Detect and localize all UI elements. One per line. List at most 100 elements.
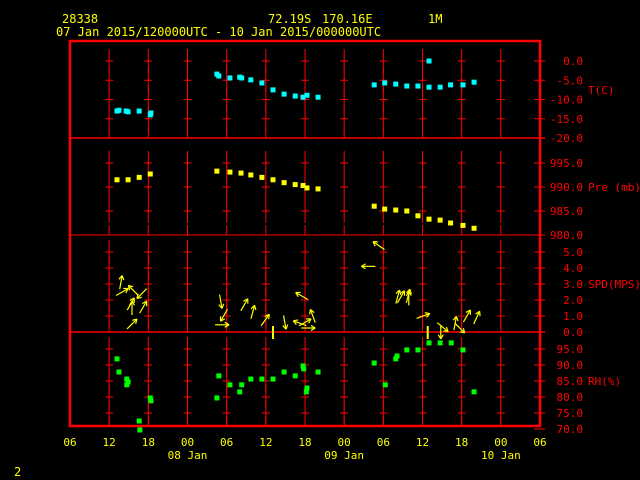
wind-arrow-stroke xyxy=(293,319,299,322)
x-tick-label: 12 xyxy=(103,436,116,449)
temp-point xyxy=(460,82,466,88)
axis-tick-label: 95.0 xyxy=(557,343,584,356)
wind-arrow xyxy=(361,263,376,270)
meteogram-chart: 0.0 -5.0 -10.0 -15.0 -20.0 T(C) 995.0 990.0 985.… xyxy=(63,39,640,462)
temp-point xyxy=(216,73,222,79)
rh-point xyxy=(303,389,309,395)
wind-arrow xyxy=(250,304,257,319)
temp-point xyxy=(304,92,310,98)
temp-point xyxy=(125,109,131,115)
axis-tick-label: 90.0 xyxy=(557,359,584,372)
rh-point xyxy=(227,382,233,388)
pressure-point xyxy=(114,177,120,183)
pressure-point xyxy=(270,177,276,183)
rh-point xyxy=(270,376,276,382)
wind-arrow-stroke xyxy=(285,324,289,330)
axis-tick-label: 980.0 xyxy=(550,229,583,242)
temp-point xyxy=(227,75,233,81)
axis-tick-label: 70.0 xyxy=(557,423,584,436)
rh-point xyxy=(281,369,287,375)
panel-label-temp: T(C) xyxy=(588,84,615,97)
x-tick-label: 12 xyxy=(259,436,272,449)
axis-tick-label: 985.0 xyxy=(550,205,583,218)
pressure-point xyxy=(437,217,443,223)
wind-arrow-stroke xyxy=(254,305,257,311)
wind-arrow-stroke xyxy=(455,316,459,322)
x-tick-label: 12 xyxy=(416,436,429,449)
pressure-point xyxy=(136,174,142,180)
temp-point xyxy=(148,110,154,116)
x-tick-label: 00 xyxy=(338,436,351,449)
temp-point xyxy=(426,58,432,64)
axis-tick-label: 0.0 xyxy=(563,55,583,68)
rh-point xyxy=(216,373,222,379)
rh-point xyxy=(301,366,307,372)
axis-tick-label: 995.0 xyxy=(550,157,583,170)
wind-arrow xyxy=(118,275,125,290)
rh-point xyxy=(148,398,154,404)
wind-arrow-stroke xyxy=(221,303,225,309)
temp-point xyxy=(116,107,122,113)
wind-arrow xyxy=(372,240,385,251)
rh-point xyxy=(437,340,443,346)
date-label: 10 Jan xyxy=(481,449,521,462)
wind-arrow xyxy=(126,318,138,330)
pressure-point xyxy=(125,177,131,183)
rh-point xyxy=(136,418,142,424)
rh-point xyxy=(448,340,454,346)
temp-point xyxy=(426,84,432,90)
pressure-point xyxy=(415,213,421,219)
wind-arrow xyxy=(282,315,289,330)
date-label: 09 Jan xyxy=(324,449,364,462)
rh-point xyxy=(116,369,122,375)
x-tick-label: 06 xyxy=(220,436,233,449)
x-tick-label: 06 xyxy=(63,436,76,449)
pressure-point xyxy=(227,169,233,175)
wind-arrow-stroke xyxy=(443,330,449,333)
panel-label-pressure: Pre (mb) xyxy=(588,181,640,194)
x-tick-label: 00 xyxy=(494,436,507,449)
temp-point xyxy=(248,77,254,83)
axis-tick-label: 4.0 xyxy=(563,262,583,275)
rh-point xyxy=(415,347,421,353)
date-label: 08 Jan xyxy=(168,449,208,462)
x-tick-label: 00 xyxy=(181,436,194,449)
pressure-point xyxy=(304,185,310,191)
rh-point xyxy=(248,376,254,382)
axis-tick-label: -15.0 xyxy=(550,113,583,126)
axis-tick-label: 80.0 xyxy=(557,391,584,404)
pressure-point xyxy=(393,207,399,213)
pressure-point xyxy=(248,172,254,178)
pressure-point xyxy=(404,208,410,214)
temp-point xyxy=(415,83,421,89)
temp-point xyxy=(136,108,142,114)
temp-point xyxy=(393,81,399,87)
axis-tick-label: 3.0 xyxy=(563,278,583,291)
axis-tick-label: 5.0 xyxy=(563,246,583,259)
pressure-point xyxy=(147,171,153,177)
pressure-point xyxy=(448,220,454,226)
wind-arrow xyxy=(295,291,309,301)
axis-tick-label: -10.0 xyxy=(550,94,583,107)
axis-tick-label: 990.0 xyxy=(550,181,583,194)
pressure-point xyxy=(460,222,466,228)
pressure-point xyxy=(238,170,244,176)
rh-point xyxy=(426,340,432,346)
panel-label-wind: SPD(MPS) xyxy=(588,278,640,291)
rh-point xyxy=(460,347,466,353)
pressure-point xyxy=(292,182,298,188)
wind-arrow xyxy=(436,322,449,333)
x-tick-label: 06 xyxy=(533,436,546,449)
rh-point xyxy=(114,356,120,362)
rh-point xyxy=(292,373,298,379)
temp-point xyxy=(315,94,321,100)
rh-point xyxy=(214,395,220,401)
temp-point xyxy=(448,82,454,88)
wind-arrow xyxy=(215,321,230,328)
temp-point xyxy=(382,80,388,86)
rh-point xyxy=(315,369,321,375)
wind-arrow-stroke xyxy=(127,285,139,296)
pressure-point xyxy=(281,180,287,186)
temp-point xyxy=(471,79,477,85)
wind-arrow xyxy=(301,324,316,332)
